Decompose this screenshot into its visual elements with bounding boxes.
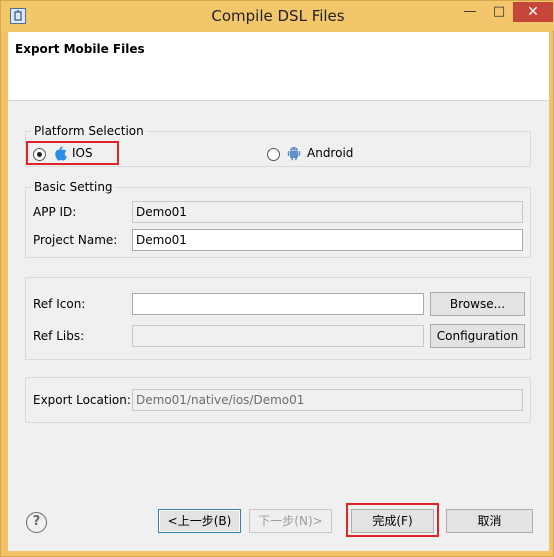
project-name-label: Project Name: — [33, 233, 118, 247]
ref-icon-label: Ref Icon: — [33, 297, 86, 311]
export-location-field: Demo01/native/ios/Demo01 — [132, 389, 523, 411]
basic-group-label: Basic Setting — [31, 180, 116, 194]
export-location-label: Export Location: — [33, 393, 131, 407]
maximize-button[interactable]: □ — [485, 2, 513, 22]
next-button: 下一步(N)> — [249, 509, 332, 533]
back-button[interactable]: <上一步(B) — [158, 509, 241, 533]
title-bar[interactable]: Compile DSL Files — □ ✕ — [1, 1, 554, 31]
page-title: Export Mobile Files — [15, 42, 145, 56]
cancel-button[interactable]: 取消 — [446, 509, 533, 533]
android-label: Android — [307, 146, 354, 160]
browse-button[interactable]: Browse... — [430, 292, 525, 316]
app-id-field: Demo01 — [132, 201, 523, 223]
android-radio[interactable] — [267, 148, 280, 161]
dialog-window: Compile DSL Files — □ ✕ Export Mobile Fi… — [0, 0, 554, 557]
finish-button-highlight — [346, 503, 439, 537]
help-icon[interactable]: ? — [26, 512, 47, 533]
minimize-button[interactable]: — — [456, 2, 484, 22]
app-id-label: APP ID: — [33, 205, 77, 219]
ref-icon-field[interactable] — [132, 293, 424, 315]
wizard-header: Export Mobile Files — [8, 32, 549, 101]
project-name-field[interactable]: Demo01 — [132, 229, 523, 251]
ref-libs-label: Ref Libs: — [33, 329, 85, 343]
ios-selection-highlight — [26, 141, 119, 165]
ref-libs-field — [132, 325, 424, 347]
configuration-button[interactable]: Configuration — [430, 324, 525, 348]
dialog-body: Platform Selection IOS Android Basic Set… — [8, 101, 549, 551]
android-icon — [287, 145, 301, 164]
close-button[interactable]: ✕ — [513, 2, 553, 22]
platform-group-label: Platform Selection — [31, 124, 147, 138]
